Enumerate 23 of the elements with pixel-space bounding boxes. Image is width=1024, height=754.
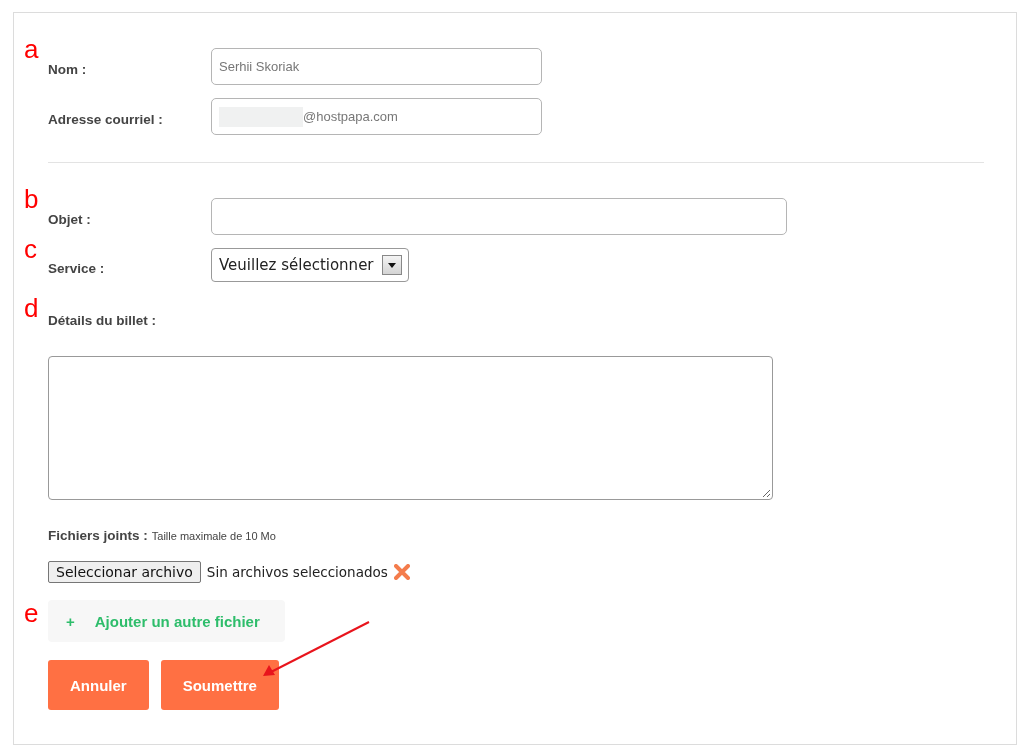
file-status: Sin archivos seleccionados — [206, 564, 388, 580]
attachments-label: Fichiers joints : — [48, 527, 148, 543]
remove-icon[interactable] — [393, 564, 410, 580]
size-hint: Taille maximale de 10 Mo — [151, 530, 276, 542]
choose-file-button[interactable]: Seleccionar archivo — [48, 561, 201, 583]
service-dropdown[interactable]: Veuillez sélectionner — [211, 248, 409, 282]
annotation-letter: d — [24, 295, 39, 321]
form-button[interactable]: Soumettre — [160, 660, 279, 710]
field-label: Nom : — [48, 61, 87, 77]
resize-grip-icon — [762, 489, 770, 497]
field-label: Adresse courriel : — [48, 111, 163, 127]
annotation-letter: e — [24, 600, 39, 626]
annotation-letter: a — [24, 36, 39, 62]
caret-icon — [381, 255, 402, 275]
text-field[interactable]: Serhii Skoriak — [211, 48, 542, 85]
field-label: Détails du billet : — [48, 312, 156, 328]
annotation-letter: b — [24, 186, 39, 212]
annotation-letter: c — [24, 236, 37, 262]
form-button[interactable]: Annuler — [48, 660, 149, 710]
text-field[interactable] — [211, 198, 787, 235]
field-label: Objet : — [48, 211, 91, 227]
text-field[interactable]: @hostpapa.com — [211, 98, 542, 135]
field-label: Service : — [48, 259, 105, 276]
